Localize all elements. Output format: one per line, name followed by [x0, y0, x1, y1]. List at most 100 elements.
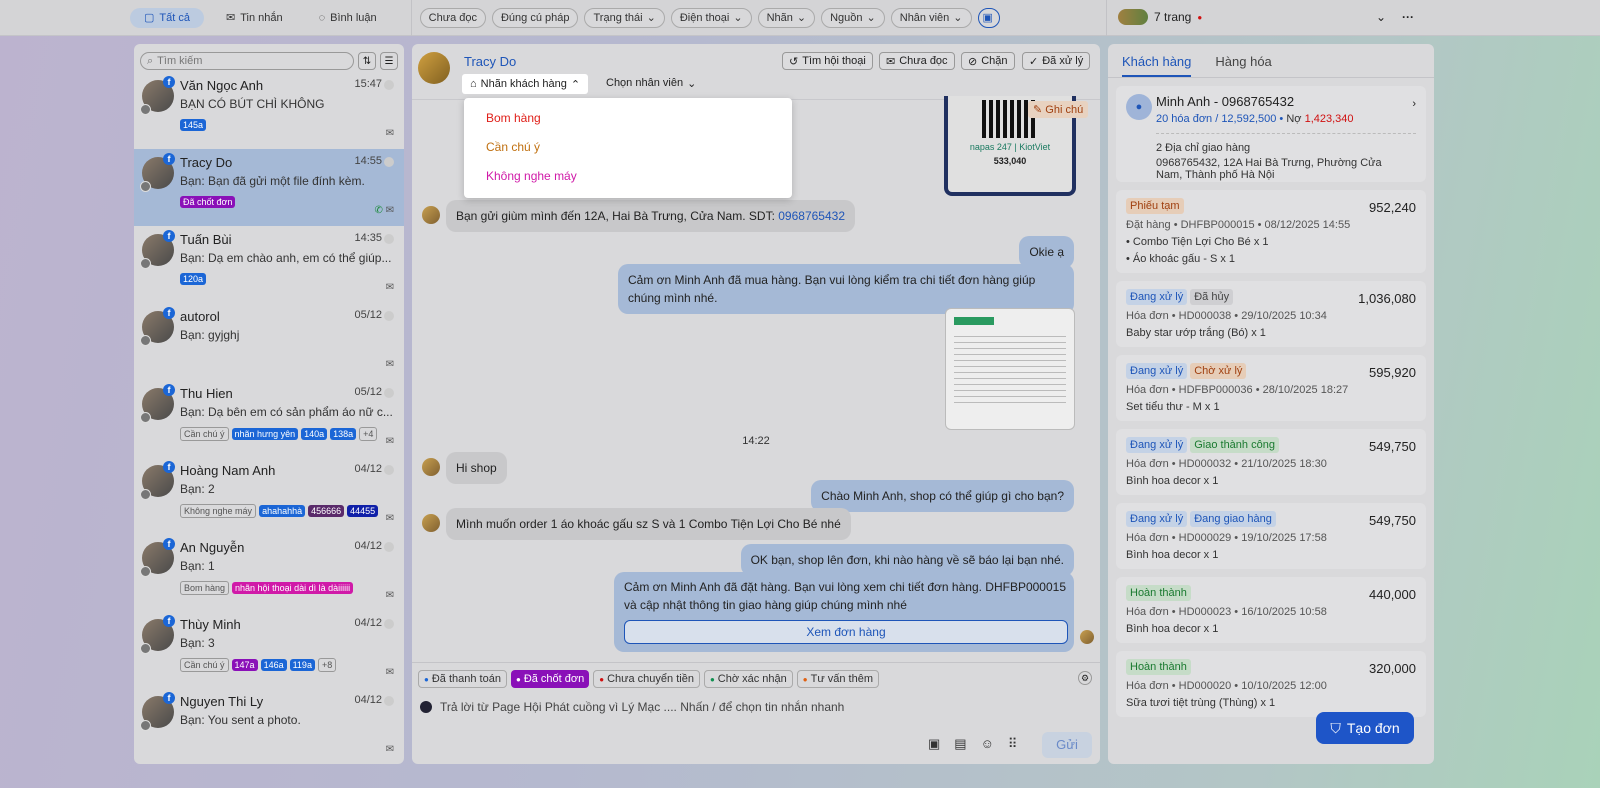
- filter-staff[interactable]: Nhân viên ⌄: [890, 7, 972, 28]
- conversation-tag: Không nghe máy: [180, 504, 257, 518]
- tab-comments[interactable]: ◌ Bình luận: [305, 8, 391, 28]
- label-option[interactable]: Bom hàng: [464, 104, 792, 133]
- user-avatar-icon: ●: [1126, 94, 1152, 120]
- conversation-tag: Đã chốt đơn: [180, 196, 236, 208]
- comment-icon: ◌: [318, 11, 326, 24]
- note-button[interactable]: ✎ Ghi chú: [1028, 101, 1089, 118]
- page-selector[interactable]: 7 trang ● ⌄: [1118, 9, 1386, 25]
- quick-tag[interactable]: ● Đã chốt đơn: [510, 670, 590, 688]
- quick-tag[interactable]: ● Đã thanh toán: [418, 670, 507, 688]
- conversation-tag: 145a: [180, 119, 207, 131]
- message-time: 14:35: [354, 232, 382, 244]
- conversation-item[interactable]: f Thùy Minh 04/12 Bạn: 3 Cần chú ý 147a 146…: [134, 611, 404, 688]
- conversation-item[interactable]: f Nguyen Thi Ly 04/12 Bạn: You sent a pho…: [134, 688, 404, 764]
- tab-all[interactable]: ▢ Tất cả: [130, 7, 204, 28]
- conversation-tag: +8: [317, 658, 337, 672]
- order-card[interactable]: Đang xử lý Đã hủy 1,036,080 Hóa đơn • HD000…: [1116, 281, 1426, 347]
- filter-label[interactable]: Nhãn ⌄: [757, 7, 816, 28]
- customer-card[interactable]: ● Minh Anh - 0968765432 20 hóa đơn / 12,…: [1116, 86, 1426, 182]
- staff-indicator-icon: [384, 80, 394, 90]
- mail-icon: ✉: [225, 12, 236, 24]
- template-icon[interactable]: ▤: [954, 736, 966, 752]
- calendar-filter-button[interactable]: ▣: [977, 7, 1000, 28]
- message-time: 05/12: [354, 309, 382, 321]
- chat-contact-name[interactable]: Tracy Do: [464, 54, 516, 69]
- filter-phone[interactable]: Điện thoại ⌄: [670, 7, 752, 28]
- filter-status[interactable]: Trạng thái ⌄: [584, 7, 665, 28]
- page-avatar: [140, 104, 151, 115]
- emoji-icon[interactable]: ☺: [981, 736, 994, 752]
- settings-icon[interactable]: ⚙: [1078, 671, 1092, 685]
- sort-button[interactable]: ⇅: [358, 52, 376, 70]
- conversation-item[interactable]: f Tracy Do 14:55 Bạn: Bạn đã gửi một file…: [134, 149, 404, 226]
- chevron-down-icon: ⌄: [796, 12, 807, 24]
- message-preview: Bạn: 1: [180, 559, 215, 573]
- phone-link[interactable]: 0968765432: [778, 209, 845, 223]
- more-button[interactable]: ···: [1402, 10, 1414, 24]
- conversation-item[interactable]: f Văn Ngọc Anh 15:47 BẠN CÓ BÚT CHÌ KHÔNG…: [134, 72, 404, 149]
- quick-tag[interactable]: ● Tư vấn thêm: [796, 670, 880, 688]
- order-item: • Áo khoác gấu - S x 1: [1126, 253, 1236, 265]
- mark-done-button[interactable]: ✓ Đã xử lý: [1022, 52, 1091, 70]
- view-order-button[interactable]: Xem đơn hàng: [624, 620, 1068, 644]
- order-status-badge: Đang xử lý: [1126, 289, 1188, 305]
- label-option[interactable]: Không nghe máy: [464, 162, 792, 191]
- order-status-badge: Đã hủy: [1190, 289, 1234, 305]
- facebook-icon: f: [163, 692, 175, 704]
- tab-products[interactable]: Hàng hóa: [1215, 54, 1271, 77]
- invoice-image[interactable]: [945, 308, 1075, 430]
- filter-syntax[interactable]: Đúng cú pháp: [491, 7, 579, 28]
- chevron-down-icon: ⌄: [1375, 10, 1386, 24]
- conversation-item[interactable]: f autorol 05/12 Bạn: gyjghj ✉: [134, 303, 404, 380]
- order-card[interactable]: Đang xử lý Đang giao hàng 549,750 Hóa đơn •…: [1116, 503, 1426, 569]
- choose-staff-button[interactable]: Chọn nhân viên ⌄: [606, 77, 696, 90]
- message-time: 04/12: [354, 694, 382, 706]
- order-card[interactable]: Đang xử lý Chờ xử lý 595,920 Hóa đơn • HDFB…: [1116, 355, 1426, 421]
- conversation-item[interactable]: f Hoàng Nam Anh 04/12 Bạn: 2 Không nghe m…: [134, 457, 404, 534]
- mail-icon: ✆ ✉: [374, 205, 394, 216]
- search-conversation-button[interactable]: ↺ Tìm hội thoại: [782, 52, 873, 70]
- order-card[interactable]: Đang xử lý Giao thành công 549,750 Hóa đơn …: [1116, 429, 1426, 495]
- filter-unread[interactable]: Chưa đọc: [419, 7, 486, 28]
- order-item: Set tiểu thư - M x 1: [1126, 401, 1220, 413]
- conversation-item[interactable]: f Tuấn Bùi 14:35 Bạn: Dạ em chào anh, em …: [134, 226, 404, 303]
- message-time: 04/12: [354, 540, 382, 552]
- facebook-icon: f: [163, 153, 175, 165]
- apps-icon[interactable]: ⠿: [1008, 736, 1018, 752]
- send-button[interactable]: Gửi: [1042, 732, 1092, 758]
- unread-dot: ●: [1197, 12, 1203, 22]
- order-status-badge: Đang xử lý: [1126, 511, 1188, 527]
- contact-avatar: [422, 514, 440, 532]
- search-input[interactable]: ⌕ Tìm kiếm: [140, 52, 354, 70]
- reply-input[interactable]: Trả lời từ Page Hội Phát cuồng vì Lý Mạc…: [420, 700, 1092, 714]
- conversation-tag: nhãn hưng yên: [231, 428, 299, 440]
- tab-messages[interactable]: ✉ Tin nhắn: [212, 8, 297, 28]
- order-card[interactable]: Hoàn thành 440,000 Hóa đơn • HD000023 • 16…: [1116, 577, 1426, 643]
- conversation-item[interactable]: f Thu Hien 05/12 Bạn: Dạ bên em có sản ph…: [134, 380, 404, 457]
- mail-icon: ✉: [385, 282, 394, 293]
- kiotviet-logo: [954, 317, 994, 325]
- label-option[interactable]: Cần chú ý: [464, 133, 792, 162]
- chevron-right-icon: ›: [1412, 98, 1416, 110]
- filter-list-button[interactable]: ☰: [380, 52, 398, 70]
- staff-indicator-icon: [384, 619, 394, 629]
- order-card[interactable]: Hoàn thành 320,000 Hóa đơn • HD000020 • 10…: [1116, 651, 1426, 717]
- mail-icon: ✉: [385, 128, 394, 139]
- mark-unread-button[interactable]: ✉ Chưa đọc: [879, 52, 955, 70]
- dot-icon: ●: [515, 674, 521, 684]
- customer-label-button[interactable]: ⌂ Nhãn khách hàng ⌃: [462, 74, 589, 94]
- filter-source[interactable]: Nguồn ⌄: [821, 7, 885, 28]
- conversation-item[interactable]: f An Nguyễn 04/12 Bạn: 1 Bom hàng nhãn hội…: [134, 534, 404, 611]
- order-status-badge: Giao thành công: [1190, 437, 1279, 453]
- image-icon[interactable]: ▣: [928, 736, 940, 752]
- tag-icon: ⌂: [470, 78, 477, 90]
- contact-name: An Nguyễn: [180, 540, 245, 555]
- quick-tag[interactable]: ● Chưa chuyển tiền: [593, 670, 700, 688]
- mail-icon: ✉: [385, 590, 394, 601]
- order-card[interactable]: Phiếu tạm 952,240 Đặt hàng • DHFBP000015 •…: [1116, 190, 1426, 273]
- quick-tag[interactable]: ● Chờ xác nhận: [703, 670, 793, 688]
- create-order-button[interactable]: ⛉ Tạo đơn: [1316, 712, 1414, 744]
- tab-customer[interactable]: Khách hàng: [1122, 54, 1192, 77]
- block-button[interactable]: ⊘ Chặn: [961, 52, 1015, 70]
- order-amount: 952,240: [1369, 200, 1416, 215]
